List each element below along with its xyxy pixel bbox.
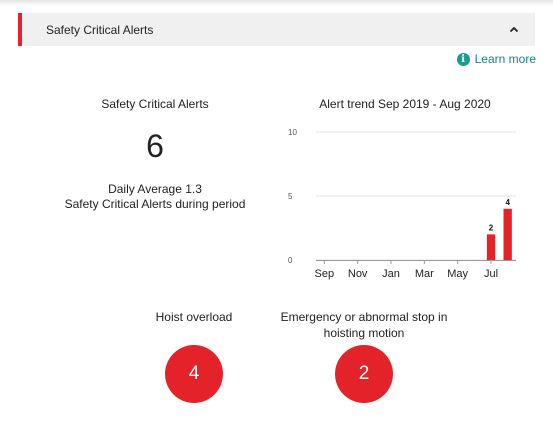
x-tick-label: Jan	[382, 268, 400, 280]
summary-title: Safety Critical Alerts	[101, 97, 209, 111]
chevron-up-icon	[509, 26, 519, 32]
bar	[503, 208, 512, 260]
x-tick-label: Mar	[415, 268, 434, 280]
x-tick-label: Jul	[484, 268, 498, 280]
panel-accent-bar	[18, 13, 22, 46]
collapse-button[interactable]	[505, 20, 523, 38]
data-label: 2	[489, 223, 494, 232]
panel-title: Safety Critical Alerts	[46, 23, 154, 37]
data-label: 4	[505, 198, 510, 207]
y-tick-label: 0	[288, 256, 293, 265]
breakdown-label: Emergency or abnormal stop in hoisting m…	[280, 310, 448, 340]
chart-title: Alert trend Sep 2019 - Aug 2020	[319, 97, 491, 111]
breakdown-count-badge: 2	[335, 345, 393, 403]
daily-average: Daily Average 1.3	[108, 182, 202, 196]
learn-more-label: Learn more	[474, 52, 536, 66]
x-tick-label: Sep	[315, 268, 335, 280]
learn-more-link[interactable]: i Learn more	[456, 52, 536, 66]
breakdown-item-emergency-stop: Emergency or abnormal stop in hoisting m…	[264, 309, 464, 403]
summary-average: Daily Average 1.3 Safety Critical Alerts…	[40, 182, 270, 212]
y-tick-label: 10	[288, 128, 297, 137]
alert-trend-chart: 0 5 10 2 4 Sep Nov Jan Mar May Jul	[288, 128, 516, 280]
panel-header[interactable]: Safety Critical Alerts	[18, 13, 535, 46]
info-icon: i	[456, 52, 470, 66]
bar	[486, 234, 496, 260]
x-tick-label: May	[447, 268, 468, 280]
x-tick-label: Nov	[348, 268, 368, 280]
y-tick-label: 5	[288, 192, 293, 201]
summary-count: 6	[146, 128, 164, 164]
breakdown-count-badge: 4	[165, 345, 223, 403]
top-shadow	[0, 0, 553, 6]
period-label: Safety Critical Alerts during period	[64, 197, 246, 211]
